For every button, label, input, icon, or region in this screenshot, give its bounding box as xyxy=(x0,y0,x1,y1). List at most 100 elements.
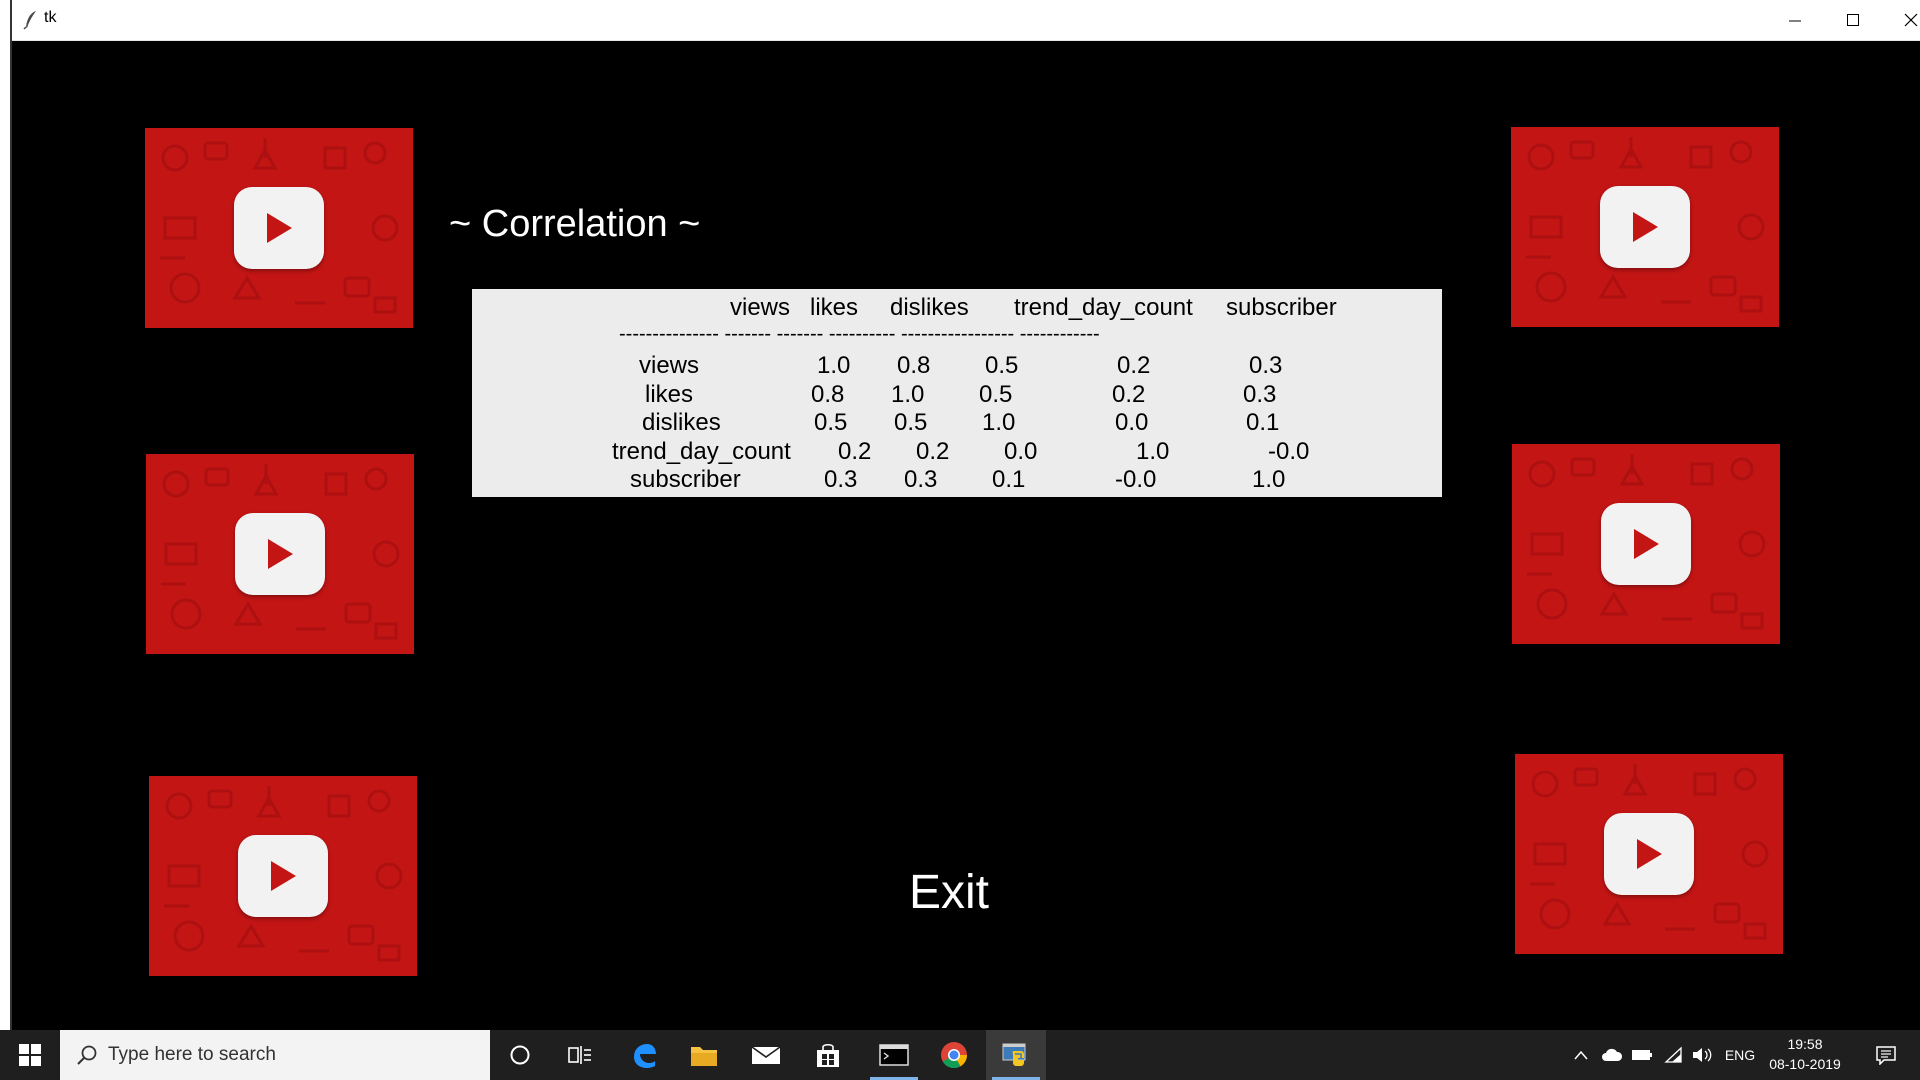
youtube-logo-image xyxy=(1515,754,1783,954)
chrome-icon xyxy=(941,1042,968,1069)
play-button-graphic xyxy=(234,187,324,269)
table-cell: 1.0 xyxy=(1252,466,1286,493)
search-placeholder: Type here to search xyxy=(108,1044,276,1065)
table-cell: 0.1 xyxy=(1246,409,1280,436)
column-header: dislikes xyxy=(890,294,969,321)
clock-date: 08-10-2019 xyxy=(1769,1056,1841,1072)
play-button-graphic xyxy=(1600,186,1690,268)
play-icon xyxy=(271,861,296,891)
separator-dashes: --------------- ------- ------- --------… xyxy=(619,323,1100,345)
taskbar-app-edge[interactable] xyxy=(620,1030,668,1080)
action-center-button[interactable] xyxy=(1862,1030,1910,1080)
correlation-table: views likes dislikes trend_day_count sub… xyxy=(472,289,1442,497)
taskbar-app-chrome[interactable] xyxy=(928,1030,980,1080)
table-cell: 0.2 xyxy=(916,438,950,465)
wifi-icon xyxy=(1664,1046,1682,1063)
play-icon xyxy=(1633,212,1658,242)
maximize-button[interactable] xyxy=(1824,0,1882,40)
table-cell: 0.8 xyxy=(897,352,931,379)
table-header-row: views likes dislikes trend_day_count sub… xyxy=(472,294,1442,322)
task-view-icon xyxy=(568,1046,591,1064)
table-cell: 0.5 xyxy=(894,409,928,436)
play-button-graphic xyxy=(235,513,325,595)
column-header: views xyxy=(730,294,791,321)
row-label: likes xyxy=(645,381,694,408)
taskbar-app-store[interactable] xyxy=(804,1030,852,1080)
row-label: trend_day_count xyxy=(612,438,791,465)
taskbar-search-box[interactable]: Type here to search xyxy=(60,1030,490,1080)
network-button[interactable] xyxy=(1660,1030,1688,1080)
cortana-icon xyxy=(510,1045,530,1065)
taskbar-app-mail[interactable] xyxy=(742,1030,790,1080)
row-label: dislikes xyxy=(642,409,721,436)
volume-button[interactable] xyxy=(1688,1030,1716,1080)
play-icon xyxy=(268,539,293,569)
table-cell: 0.3 xyxy=(904,466,938,493)
speaker-icon xyxy=(1693,1048,1712,1062)
play-button-graphic xyxy=(238,835,328,917)
taskbar-app-python-tk[interactable] xyxy=(986,1030,1046,1080)
maximize-icon xyxy=(1847,14,1859,26)
clock-time: 19:58 xyxy=(1787,1036,1823,1052)
language-indicator[interactable]: ENG xyxy=(1722,1030,1758,1080)
taskbar-clock[interactable]: 19:58 08-10-2019 xyxy=(1760,1034,1850,1074)
close-button[interactable] xyxy=(1882,0,1920,40)
window-left-edge xyxy=(0,0,12,1030)
table-cell: 1.0 xyxy=(891,381,925,408)
table-cell: -0.0 xyxy=(1268,438,1310,465)
column-header: likes xyxy=(810,294,859,321)
app-canvas: ~ Correlation ~ views likes dislikes tre… xyxy=(12,41,1920,1030)
start-button[interactable] xyxy=(0,1030,60,1080)
show-hidden-icons-button[interactable] xyxy=(1568,1030,1594,1080)
play-icon xyxy=(1634,529,1659,559)
play-icon xyxy=(1637,839,1662,869)
column-header: trend_day_count xyxy=(1014,294,1193,321)
exit-button[interactable]: Exit xyxy=(909,865,989,920)
onedrive-button[interactable] xyxy=(1598,1030,1626,1080)
table-cell: -0.0 xyxy=(1115,466,1157,493)
table-cell: 0.5 xyxy=(985,352,1019,379)
table-cell: 0.3 xyxy=(824,466,858,493)
table-row: trend_day_count 0.2 0.2 0.0 1.0 -0.0 xyxy=(472,438,1442,466)
window-title: tk xyxy=(44,9,57,26)
taskbar-app-file-explorer[interactable] xyxy=(680,1030,728,1080)
table-cell: 0.2 xyxy=(1112,381,1146,408)
window-titlebar[interactable]: tk xyxy=(12,0,1920,41)
table-cell: 1.0 xyxy=(817,352,851,379)
cloud-icon xyxy=(1602,1048,1623,1061)
play-button-graphic xyxy=(1601,503,1691,585)
cortana-button[interactable] xyxy=(496,1030,544,1080)
tk-feather-icon xyxy=(23,11,36,30)
minimize-button[interactable] xyxy=(1766,0,1824,40)
page-title: ~ Correlation ~ xyxy=(449,203,701,245)
battery-button[interactable] xyxy=(1628,1030,1656,1080)
taskbar-app-terminal[interactable] xyxy=(864,1030,924,1080)
table-row: likes 0.8 1.0 0.5 0.2 0.3 xyxy=(472,381,1442,409)
folder-icon xyxy=(691,1047,717,1066)
task-view-button[interactable] xyxy=(556,1030,604,1080)
youtube-logo-image xyxy=(146,454,414,654)
table-row: subscriber 0.3 0.3 0.1 -0.0 1.0 xyxy=(472,466,1442,494)
table-cell: 0.2 xyxy=(838,438,872,465)
table-cell: 0.0 xyxy=(1115,409,1149,436)
chevron-up-icon xyxy=(1574,1050,1588,1060)
play-button-graphic xyxy=(1604,813,1694,895)
column-header: subscriber xyxy=(1226,294,1337,321)
table-cell: 1.0 xyxy=(982,409,1016,436)
minimize-icon xyxy=(1789,20,1801,22)
table-row: dislikes 0.5 0.5 1.0 0.0 0.1 xyxy=(472,409,1442,437)
youtube-logo-image xyxy=(1511,127,1779,327)
youtube-logo-image xyxy=(145,128,413,328)
edge-browser-icon xyxy=(634,1044,656,1068)
row-label: subscriber xyxy=(630,466,741,493)
store-bag-icon xyxy=(817,1043,839,1067)
table-cell: 0.8 xyxy=(811,381,845,408)
table-row: views 1.0 0.8 0.5 0.2 0.3 xyxy=(472,352,1442,380)
table-separator: --------------- ------- ------- --------… xyxy=(472,323,1442,351)
terminal-icon xyxy=(879,1044,909,1066)
close-icon xyxy=(1904,13,1918,27)
table-cell: 0.1 xyxy=(992,466,1026,493)
youtube-logo-image xyxy=(149,776,417,976)
table-cell: 0.0 xyxy=(1004,438,1038,465)
windows-logo-icon xyxy=(19,1044,41,1066)
